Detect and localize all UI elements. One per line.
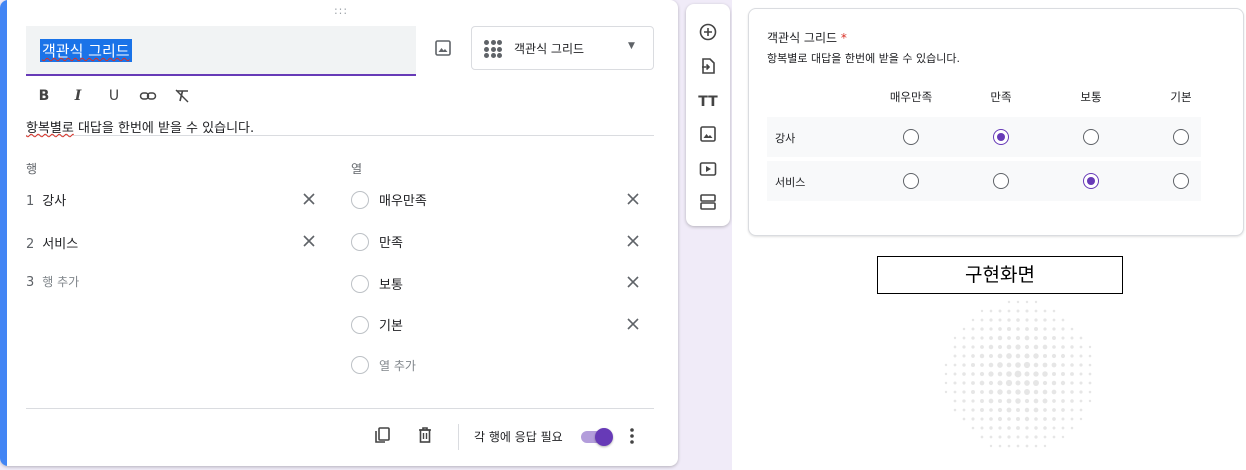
question-type-dropdown[interactable]: 객관식 그리드 ▼ (471, 26, 654, 70)
description-rest: 대답을 한번에 받을 수 있습니다. (73, 121, 255, 136)
add-row-button[interactable]: 3 행 추가 (26, 273, 79, 290)
italic-button[interactable]: I (67, 86, 89, 106)
preview-question-title: 객관식 그리드 * (767, 29, 847, 46)
column-option-1[interactable]: 매우만족 (351, 190, 427, 209)
radio-button[interactable] (1173, 129, 1189, 145)
row-option-2[interactable]: 2 서비스 (26, 233, 78, 252)
clear-format-button[interactable] (171, 86, 193, 106)
remove-column-3-icon[interactable] (625, 274, 641, 290)
preview-grid-row: 강사 (767, 117, 1201, 157)
row-option-1[interactable]: 1 강사 (26, 190, 66, 209)
add-section-icon[interactable] (698, 192, 718, 212)
radio-placeholder-icon (351, 356, 369, 374)
radio-button-selected[interactable] (993, 129, 1009, 145)
column-label: 매우만족 (379, 194, 427, 209)
clear-format-icon (175, 89, 189, 103)
preview-row-label: 강사 (775, 132, 796, 145)
require-response-toggle[interactable] (579, 428, 615, 446)
preview-grid-row: 서비스 (767, 161, 1201, 201)
columns-header: 열 (351, 162, 363, 176)
import-questions-icon[interactable] (698, 56, 718, 76)
preview-column-header: 매우만족 (889, 90, 933, 104)
remove-row-1-icon[interactable] (301, 191, 317, 207)
add-title-icon[interactable]: TT (698, 92, 718, 112)
require-response-label: 각 행에 응답 필요 (474, 430, 563, 444)
gutter (732, 0, 746, 470)
add-question-icon[interactable] (698, 22, 718, 42)
radio-button[interactable] (993, 173, 1009, 189)
radio-placeholder-icon (351, 315, 369, 334)
duplicate-icon[interactable] (372, 425, 392, 445)
radio-placeholder-icon (351, 190, 369, 209)
grid-icon (484, 40, 502, 58)
add-image-button[interactable] (432, 37, 454, 59)
required-marker: * (840, 31, 847, 45)
dropdown-caret-icon: ▼ (628, 41, 635, 51)
question-title-text: 객관식 그리드 (40, 39, 132, 62)
row-label: 강사 (42, 194, 67, 209)
preview-question-description: 항복별로 대답을 한번에 받을 수 있습니다. (767, 52, 961, 65)
radio-button-selected[interactable] (1083, 173, 1099, 189)
preview-column-header: 기본 (1170, 90, 1192, 104)
delete-icon[interactable] (415, 425, 435, 445)
decorative-dot-globe (944, 300, 1092, 448)
column-option-3[interactable]: 보통 (351, 274, 403, 293)
radio-button[interactable] (1083, 129, 1099, 145)
add-video-icon[interactable] (698, 159, 718, 179)
floating-toolbar: TT (686, 4, 730, 226)
add-image-icon[interactable] (698, 124, 718, 144)
column-label: 기본 (379, 319, 403, 334)
preview-row-label: 서비스 (775, 176, 806, 189)
row-number: 1 (26, 194, 35, 209)
remove-row-2-icon[interactable] (301, 233, 317, 249)
link-icon (139, 92, 157, 100)
image-icon (435, 40, 451, 56)
radio-button[interactable] (903, 173, 919, 189)
rows-header: 행 (26, 162, 38, 176)
radio-button[interactable] (903, 129, 919, 145)
footer-separator (458, 424, 459, 450)
toggle-knob (595, 428, 613, 446)
radio-placeholder-icon (351, 232, 369, 251)
radio-button[interactable] (1173, 173, 1189, 189)
question-type-label: 객관식 그리드 (514, 42, 585, 56)
column-option-2[interactable]: 만족 (351, 232, 403, 251)
add-row-label: 행 추가 (42, 275, 80, 289)
active-question-indicator (0, 0, 7, 466)
question-title-field[interactable]: 객관식 그리드 (26, 26, 416, 76)
radio-placeholder-icon (351, 274, 369, 293)
more-options-icon[interactable] (627, 426, 637, 446)
footer-divider (26, 408, 654, 409)
preview-title-text: 객관식 그리드 (767, 31, 838, 45)
row-number: 3 (26, 275, 35, 290)
underline-button[interactable]: U (103, 86, 125, 106)
drag-handle-icon[interactable]: ::: (326, 5, 356, 16)
remove-column-1-icon[interactable] (625, 191, 641, 207)
question-editor-card: ::: 객관식 그리드 객관식 그리드 ▼ B I U 항복별로 대답을 한번에… (0, 0, 678, 466)
question-description-field[interactable]: 항복별로 대답을 한번에 받을 수 있습니다. (26, 112, 654, 136)
column-label: 만족 (379, 236, 403, 251)
preview-question-card: 객관식 그리드 * 항복별로 대답을 한번에 받을 수 있습니다. 매우만족 만… (748, 8, 1244, 236)
add-column-button[interactable]: 열 추가 (351, 356, 416, 374)
remove-column-2-icon[interactable] (625, 233, 641, 249)
question-description-text: 항복별로 대답을 한번에 받을 수 있습니다. (26, 117, 254, 136)
description-misspelled-word: 항복별로 (26, 121, 74, 136)
row-number: 2 (26, 237, 35, 252)
row-label: 서비스 (42, 237, 79, 252)
column-option-4[interactable]: 기본 (351, 315, 403, 334)
bold-button[interactable]: B (33, 86, 55, 106)
implementation-caption: 구현화면 (877, 256, 1123, 294)
preview-column-header: 만족 (990, 90, 1012, 104)
link-button[interactable] (137, 86, 159, 106)
add-column-label: 열 추가 (379, 358, 416, 373)
remove-column-4-icon[interactable] (625, 316, 641, 332)
preview-column-header: 보통 (1080, 90, 1102, 104)
column-label: 보통 (379, 278, 403, 293)
